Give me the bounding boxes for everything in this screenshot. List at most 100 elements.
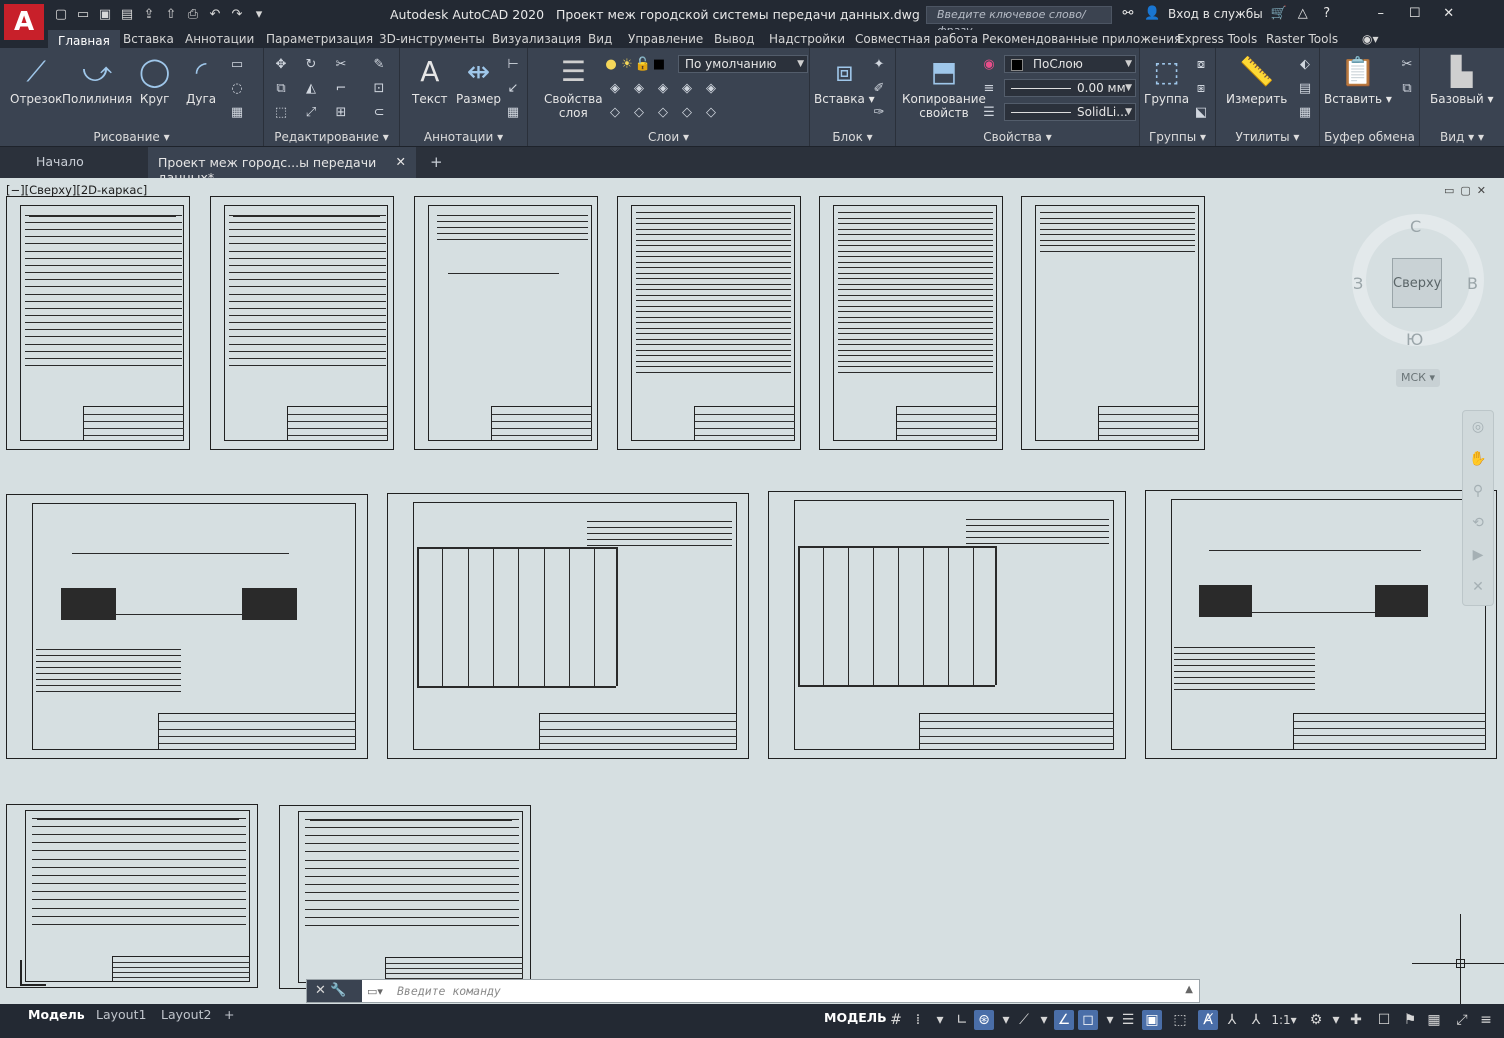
line-button[interactable]: ⟋ Отрезок — [10, 52, 62, 106]
tab-parametric[interactable]: Параметризация — [266, 32, 373, 46]
ungroup-icon[interactable]: ⧇ — [1192, 56, 1210, 74]
add-annotation-icon[interactable]: ✚ — [1346, 1010, 1366, 1030]
layer-tool-7-icon[interactable]: ◇ — [630, 104, 648, 122]
tab-raster-tools[interactable]: Raster Tools — [1266, 32, 1338, 46]
layer-dropdown[interactable]: По умолчанию ▼ — [678, 55, 808, 73]
tab-start[interactable]: Начало — [36, 154, 84, 169]
compass-south[interactable]: Ю — [1406, 330, 1423, 349]
zoom-icon[interactable]: ⚲ — [1463, 475, 1493, 507]
annotation-visibility-icon[interactable]: Ⱥ — [1198, 1010, 1218, 1030]
snap-menu-icon[interactable]: ▾ — [930, 1010, 950, 1030]
compass-east[interactable]: В — [1467, 274, 1478, 293]
undo-icon[interactable]: ↶ — [206, 6, 224, 24]
help-icon[interactable]: ? — [1319, 6, 1335, 22]
linetype-dropdown[interactable]: SolidLi... ▼ — [1004, 103, 1136, 121]
command-customize-icon[interactable]: 🔧 — [330, 983, 346, 998]
stretch-icon[interactable]: ⬚ — [272, 104, 290, 122]
compass-west[interactable]: З — [1353, 274, 1363, 293]
iso-menu-icon[interactable]: ▾ — [1034, 1010, 1054, 1030]
arc-button[interactable]: ◜ Дуга — [186, 52, 216, 106]
fillet-icon[interactable]: ⌐ — [332, 80, 350, 98]
erase-icon[interactable]: ✎ — [370, 56, 388, 74]
insert-block-button[interactable]: ⧈ Вставка ▾ — [814, 52, 875, 106]
new-tab-button[interactable]: + — [430, 153, 443, 171]
showmotion-icon[interactable]: ▶ — [1463, 539, 1493, 571]
copy-icon[interactable]: ⧉ — [272, 80, 290, 98]
osnap-menu-icon[interactable]: ▾ — [1100, 1010, 1120, 1030]
panel-utilities-title[interactable]: Утилиты ▾ — [1216, 130, 1319, 144]
drawing-sheet[interactable] — [414, 196, 598, 450]
add-layout-button[interactable]: + — [224, 1007, 234, 1022]
drawing-sheet[interactable] — [768, 491, 1126, 759]
base-view-button[interactable]: ▙ Базовый ▾ — [1430, 52, 1494, 106]
group-edit-icon[interactable]: ⧆ — [1192, 80, 1210, 98]
command-close-icon[interactable]: ✕ — [315, 983, 326, 998]
model-space-button[interactable]: МОДЕЛЬ — [824, 1010, 887, 1025]
drawing-sheet[interactable] — [617, 196, 801, 450]
exchange-icon[interactable]: △ — [1295, 6, 1311, 22]
isodraft-icon[interactable]: ⟋ — [1014, 1010, 1034, 1030]
tab-home[interactable]: Главная — [48, 30, 120, 48]
polar-icon[interactable]: ⊛ — [974, 1010, 994, 1030]
hardware-accel-icon[interactable]: ⚑ — [1400, 1010, 1420, 1030]
panel-annotation-title[interactable]: Аннотации ▾ — [400, 130, 527, 144]
cut-icon[interactable]: ✂ — [1398, 56, 1416, 74]
tab-visualize[interactable]: Визуализация — [492, 32, 581, 46]
osnap-icon[interactable]: ◻ — [1078, 1010, 1098, 1030]
panel-block-title[interactable]: Блок ▾ — [810, 130, 895, 144]
measure-button[interactable]: 📏 Измерить — [1226, 52, 1287, 106]
tab-active-drawing[interactable]: Проект меж городс...ы передачи данных*✕ — [148, 147, 416, 185]
panel-groups-title[interactable]: Группы ▾ — [1140, 130, 1215, 144]
command-line[interactable]: ✕ 🔧 ▭▾ Введите команду ▲ — [306, 979, 1200, 1003]
annotation-autoscale-icon[interactable]: ⅄ — [1222, 1010, 1242, 1030]
command-input[interactable]: Введите команду — [397, 984, 501, 998]
navbar-close-icon[interactable]: ✕ — [1463, 571, 1493, 603]
clean-screen-icon[interactable]: ▦ — [1424, 1010, 1444, 1030]
command-prompt-icon[interactable]: ▭▾ — [367, 985, 383, 998]
share-icon[interactable]: ⇧ — [162, 6, 180, 24]
polyline-button[interactable]: ⤻ Полилиния — [62, 52, 132, 106]
tab-3d-tools[interactable]: 3D-инструменты — [379, 32, 485, 46]
isolate-objects-icon[interactable]: ☐ — [1374, 1010, 1394, 1030]
drawing-sheet[interactable] — [6, 196, 190, 450]
grid-icon[interactable]: # — [886, 1010, 906, 1030]
text-button[interactable]: A Текст — [412, 52, 448, 106]
lineweight-toggle-icon[interactable]: ☰ — [1118, 1010, 1138, 1030]
panel-layers-title[interactable]: Слои ▾ — [528, 130, 809, 144]
hatch-icon[interactable]: ◌ — [228, 80, 246, 98]
layer-tool-1-icon[interactable]: ◈ — [606, 80, 624, 98]
panel-view-title[interactable]: Вид ▾ ▾ — [1420, 130, 1504, 144]
drawing-sheet[interactable] — [387, 493, 749, 759]
paste-button[interactable]: 📋 Вставить ▾ — [1324, 52, 1392, 106]
tab-collaborate[interactable]: Совместная работа — [855, 32, 978, 46]
layer-properties-button[interactable]: ☰ Свойства слоя — [544, 52, 603, 120]
panel-clipboard-title[interactable]: Буфер обмена — [1320, 130, 1419, 144]
plot-icon[interactable]: ⎙ — [184, 6, 202, 24]
drawing-sheet[interactable] — [210, 196, 394, 450]
gradient-icon[interactable]: ▦ — [228, 104, 246, 122]
linear-dim-icon[interactable]: ⊢ — [504, 56, 522, 74]
layer-tool-2-icon[interactable]: ◈ — [630, 80, 648, 98]
drawing-sheet[interactable] — [1145, 490, 1497, 759]
signin-link[interactable]: Вход в службы — [1168, 7, 1263, 21]
create-block-icon[interactable]: ✦ — [870, 56, 888, 74]
explode-icon[interactable]: ⊡ — [370, 80, 388, 98]
mirror-icon[interactable]: ◭ — [302, 80, 320, 98]
layer-tool-8-icon[interactable]: ◇ — [654, 104, 672, 122]
command-history-icon[interactable]: ▲ — [1185, 984, 1193, 995]
quick-select-icon[interactable]: ⬖ — [1296, 56, 1314, 74]
layer-tool-6-icon[interactable]: ◇ — [606, 104, 624, 122]
group-button[interactable]: ⬚ Группа — [1144, 52, 1189, 106]
tab-annotate[interactable]: Аннотации — [185, 32, 254, 46]
minimize-icon[interactable]: – — [1373, 6, 1389, 22]
application-menu-button[interactable]: A — [4, 4, 44, 40]
redo-icon[interactable]: ↷ — [228, 6, 246, 24]
pan-icon[interactable]: ✋ — [1463, 443, 1493, 475]
ribbon-toggle-icon[interactable]: ◉▾ — [1362, 32, 1379, 46]
move-icon[interactable]: ✥ — [272, 56, 290, 74]
snap-icon[interactable]: ⁞ — [908, 1010, 928, 1030]
save-icon[interactable]: ▣ — [96, 6, 114, 24]
rectangle-icon[interactable]: ▭ — [228, 56, 246, 74]
layer-tool-9-icon[interactable]: ◇ — [678, 104, 696, 122]
drawing-sheet[interactable] — [6, 804, 258, 988]
